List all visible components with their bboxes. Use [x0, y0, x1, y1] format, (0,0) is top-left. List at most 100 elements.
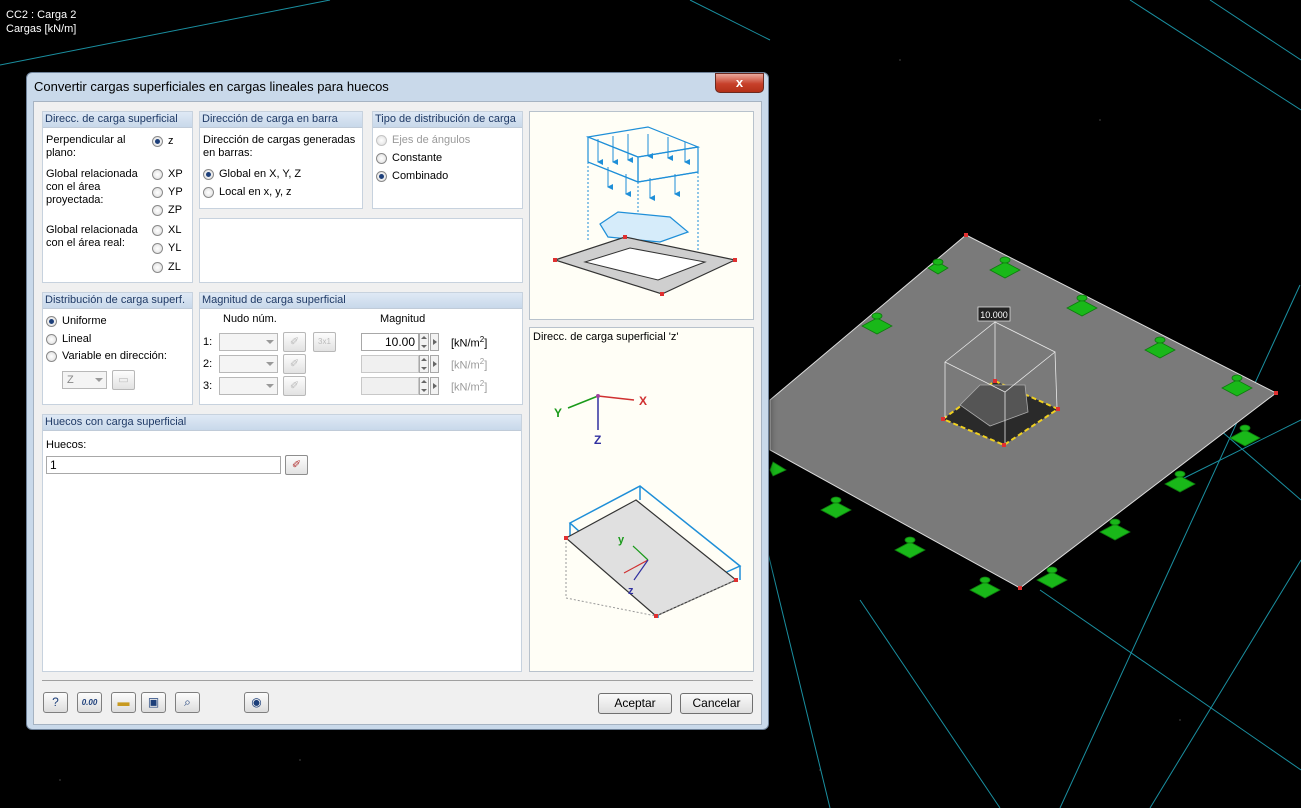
load-case-label: CC2 : Carga 2 — [6, 9, 77, 21]
row-1-multi-pick-button[interactable]: 3x1 — [313, 332, 336, 352]
row-3-node-select[interactable] — [219, 377, 278, 395]
perp-label: Perpendicular al plano: — [46, 134, 126, 159]
load-value-label: 10.000 — [980, 310, 1008, 320]
axis-x-label: X — [639, 394, 647, 408]
radio-variable[interactable] — [46, 351, 57, 362]
group-distribution-type-title: Tipo de distribución de carga — [373, 112, 522, 128]
row-3-magnitude-input[interactable] — [361, 377, 419, 395]
radio-dir-z[interactable] — [152, 136, 163, 147]
row-2-unit: [kN/m2] — [451, 357, 488, 372]
row-3-label: 3: — [203, 380, 213, 392]
help-icon[interactable]: ? — [43, 692, 68, 713]
dialog-client: Direcc. de carga superficial Perpendicul… — [33, 101, 762, 725]
global-proj-label: Global relacionada con el área proyectad… — [46, 168, 138, 206]
open-folder-icon[interactable]: ▬ — [111, 692, 136, 713]
row-1-label: 1: — [203, 336, 213, 348]
group-bar-direction: Dirección de carga en barra Dirección de… — [199, 111, 363, 209]
radio-dist-angles[interactable] — [376, 135, 387, 146]
convert-loads-dialog: Convertir cargas superficiales en cargas… — [26, 72, 769, 730]
radio-uniform-label: Uniforme — [62, 315, 107, 327]
bottom-separator — [42, 680, 753, 681]
radio-linear[interactable] — [46, 334, 57, 345]
radio-dir-yl-label: YL — [168, 242, 182, 254]
dialog-title: Convertir cargas superficiales en cargas… — [34, 79, 389, 94]
radio-bar-local[interactable] — [203, 187, 214, 198]
radio-dist-angles-label: Ejes de ángulos — [392, 134, 471, 146]
group-distribution-type: Tipo de distribución de carga Ejes de án… — [372, 111, 523, 209]
group-openings: Huecos con carga superficial Huecos: 1 ✐ — [42, 414, 522, 672]
row-1-pick-button[interactable]: ✐ — [283, 332, 306, 352]
row-1-spinner[interactable] — [419, 333, 429, 351]
local-y-label: y — [618, 534, 625, 546]
save-icon[interactable]: ▣ — [141, 692, 166, 713]
radio-dir-xp[interactable] — [152, 169, 163, 180]
radio-dir-yp[interactable] — [152, 187, 163, 198]
row-2-arrow-button[interactable] — [430, 355, 439, 373]
group-surface-distribution: Distribución de carga superf. Uniforme L… — [42, 292, 193, 405]
radio-dir-zp[interactable] — [152, 205, 163, 216]
direction-select-value: Z — [67, 374, 74, 386]
row-1-arrow-button[interactable] — [430, 333, 439, 351]
openings-label: Huecos: — [46, 439, 87, 451]
col-magnitude-header: Magnitud — [380, 313, 426, 325]
direction-diagram: X Y Z y z — [554, 394, 742, 618]
distribution-diagram — [553, 126, 737, 296]
radio-dist-constant-label: Constante — [392, 152, 443, 164]
local-z-label: z — [628, 585, 634, 597]
radio-variable-label: Variable en dirección: — [62, 350, 167, 362]
close-button[interactable]: x — [715, 73, 764, 93]
group-surface-distribution-title: Distribución de carga superf. — [43, 293, 192, 309]
radio-bar-global[interactable] — [203, 169, 214, 180]
group-magnitude-title: Magnitud de carga superficial — [200, 293, 522, 309]
axis-z-label: Z — [594, 433, 601, 447]
group-magnitude: Magnitud de carga superficial Nudo núm. … — [199, 292, 523, 405]
radio-dist-constant[interactable] — [376, 153, 387, 164]
row-1-unit: [kN/m2] — [451, 335, 488, 350]
global-real-label: Global relacionada con el área real: — [46, 224, 138, 249]
radio-dir-zl[interactable] — [152, 262, 163, 273]
direction-pick-button[interactable]: ▭ — [112, 370, 135, 390]
openings-input[interactable]: 1 — [46, 456, 281, 474]
row-3-spinner[interactable] — [419, 377, 429, 395]
radio-dir-xl-label: XL — [168, 224, 182, 236]
viewport-info: CC2 : Carga 2 Cargas [kN/m] — [6, 8, 76, 36]
load-unit-label: Cargas [kN/m] — [6, 23, 77, 35]
radio-bar-global-label: Global en X, Y, Z — [219, 168, 302, 180]
radio-dir-xp-label: XP — [168, 168, 183, 180]
radio-dist-combined-label: Combinado — [392, 170, 449, 182]
preview-distribution — [529, 111, 754, 320]
radio-dir-z-label: z — [168, 135, 174, 147]
group-openings-title: Huecos con carga superficial — [43, 415, 521, 431]
radio-dir-zl-label: ZL — [168, 261, 181, 273]
group-bar-direction-title: Dirección de carga en barra — [200, 112, 362, 128]
preview-direction: Direcc. de carga superficial 'z' X Y Z y… — [529, 327, 754, 672]
radio-uniform[interactable] — [46, 316, 57, 327]
row-3-arrow-button[interactable] — [430, 377, 439, 395]
radio-dir-xl[interactable] — [152, 225, 163, 236]
units-button[interactable]: 0.00 — [77, 692, 102, 713]
col-node-header: Nudo núm. — [223, 313, 277, 325]
radio-dir-yp-label: YP — [168, 186, 183, 198]
row-1-magnitude-input[interactable]: 10.00 — [361, 333, 419, 351]
units-button-label: 0.00 — [81, 698, 98, 707]
direction-select[interactable]: Z — [62, 371, 107, 389]
radio-dist-combined[interactable] — [376, 171, 387, 182]
openings-pick-button[interactable]: ✐ — [285, 455, 308, 475]
row-3-pick-button[interactable]: ✐ — [283, 376, 306, 396]
empty-panel — [199, 218, 523, 283]
group-surface-direction-title: Direcc. de carga superficial — [43, 112, 192, 128]
eye-icon[interactable]: ◉ — [244, 692, 269, 713]
row-1-node-select[interactable] — [219, 333, 278, 351]
ok-button[interactable]: Aceptar — [598, 693, 672, 714]
radio-bar-local-label: Local en x, y, z — [219, 186, 292, 198]
info-search-icon[interactable]: ⌕ — [175, 692, 200, 713]
row-2-node-select[interactable] — [219, 355, 278, 373]
axis-y-label: Y — [554, 406, 562, 420]
radio-linear-label: Lineal — [62, 333, 92, 345]
row-2-pick-button[interactable]: ✐ — [283, 354, 306, 374]
row-2-magnitude-input[interactable] — [361, 355, 419, 373]
radio-dir-yl[interactable] — [152, 243, 163, 254]
cancel-button[interactable]: Cancelar — [680, 693, 753, 714]
row-2-spinner[interactable] — [419, 355, 429, 373]
row-2-label: 2: — [203, 358, 213, 370]
